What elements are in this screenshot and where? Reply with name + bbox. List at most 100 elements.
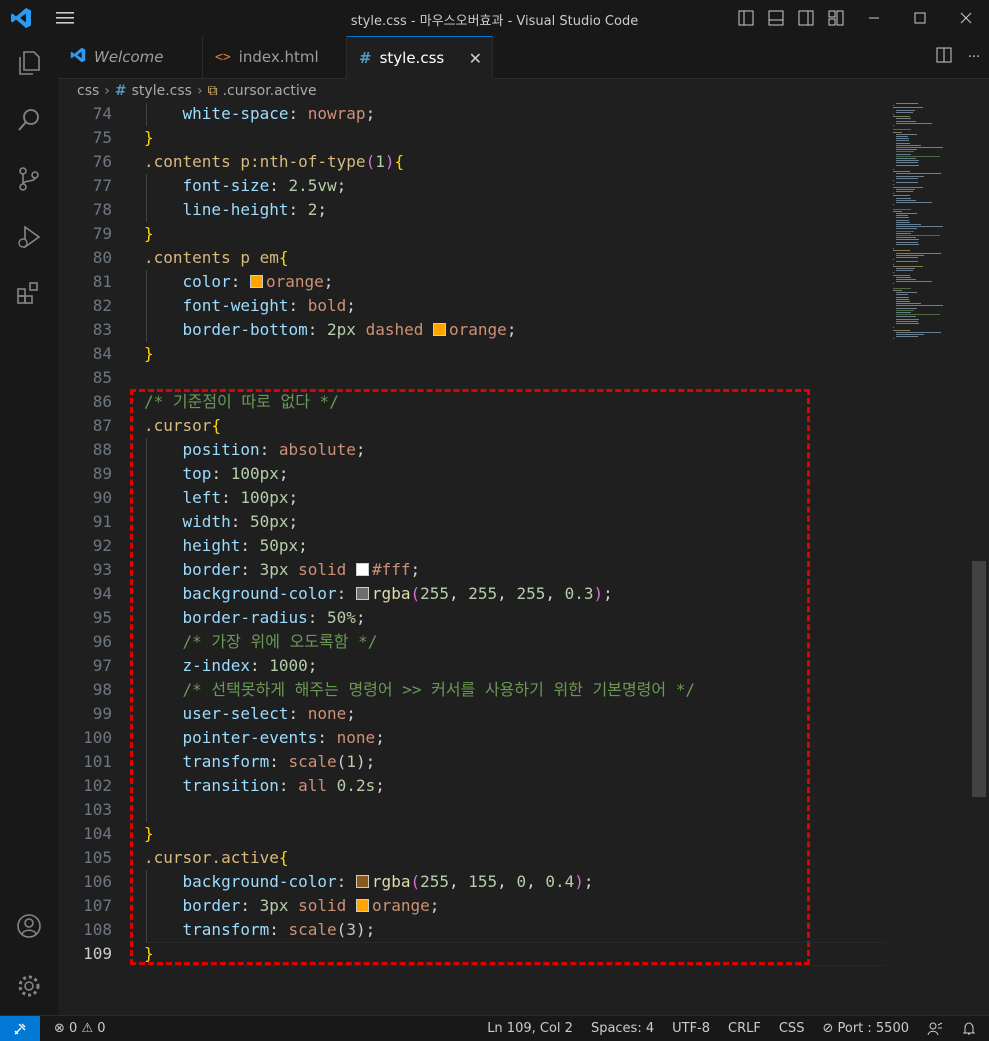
vertical-scrollbar[interactable] — [972, 103, 989, 1015]
remote-indicator-icon[interactable] — [0, 1016, 40, 1041]
color-swatch[interactable] — [249, 275, 263, 288]
cursor-position[interactable]: Ln 109, Col 2 — [487, 1021, 573, 1036]
code-line[interactable]: 92 height: 50px; — [58, 534, 898, 558]
code-line[interactable]: 107 border: 3px solid orange; — [58, 894, 898, 918]
toggle-secondary-sidebar-icon[interactable] — [791, 0, 821, 36]
code-line[interactable]: 95 border-radius: 50%; — [58, 606, 898, 630]
code-line[interactable]: 99 user-select: none; — [58, 702, 898, 726]
code-line[interactable]: 89 top: 100px; — [58, 462, 898, 486]
color-swatch[interactable] — [355, 587, 369, 600]
code-line[interactable]: 106 background-color: rgba(255, 155, 0, … — [58, 870, 898, 894]
status-bar: ⊗ 0 ⚠ 0 Ln 109, Col 2 Spaces: 4 UTF-8 CR… — [0, 1015, 989, 1041]
minimap-line — [893, 116, 910, 117]
code-line[interactable]: 78 line-height: 2; — [58, 198, 898, 222]
scrollbar-thumb[interactable] — [972, 561, 986, 797]
feedback-icon[interactable] — [927, 1021, 943, 1037]
code-line[interactable]: 93 border: 3px solid #fff; — [58, 558, 898, 582]
code-line[interactable]: 77 font-size: 2.5vw; — [58, 174, 898, 198]
customize-layout-icon[interactable] — [821, 0, 851, 36]
code-line[interactable]: 102 transition: all 0.2s; — [58, 774, 898, 798]
code-editor[interactable]: 74 white-space: nowrap; 75} 76 .contents p:… — [58, 103, 972, 1015]
encoding[interactable]: UTF-8 — [672, 1021, 710, 1036]
code-line[interactable]: 81 color: orange; — [58, 270, 898, 294]
breadcrumb-folder[interactable]: css — [77, 83, 99, 99]
line-number: 95 — [92, 608, 112, 627]
accounts-icon[interactable] — [0, 902, 58, 950]
more-actions-icon[interactable]: ··· — [959, 50, 989, 65]
code-line[interactable]: 75} — [58, 126, 898, 150]
line-number: 91 — [92, 512, 112, 531]
minimap-line — [896, 297, 909, 298]
code-text: position: absolute; — [182, 440, 366, 459]
color-swatch[interactable] — [355, 899, 369, 912]
code-line[interactable]: 84} — [58, 342, 898, 366]
code-line[interactable]: 79} — [58, 222, 898, 246]
toggle-panel-icon[interactable] — [761, 0, 791, 36]
problems-indicator[interactable]: ⊗ 0 ⚠ 0 — [54, 1021, 106, 1036]
line-number: 97 — [92, 656, 112, 675]
code-line[interactable]: 86 /* 기준점이 따로 없다 */ — [58, 390, 898, 414]
line-number: 83 — [92, 320, 112, 339]
code-line[interactable]: 108 transform: scale(3); — [58, 918, 898, 942]
run-debug-icon[interactable] — [0, 213, 58, 261]
code-line[interactable]: 80 .contents p em{ — [58, 246, 898, 270]
tab-index-html[interactable]: <> index.html — [203, 36, 347, 78]
line-number: 88 — [92, 440, 112, 459]
code-line[interactable]: 105 .cursor.active{ — [58, 846, 898, 870]
code-line[interactable]: 76 .contents p:nth-of-type(1){ — [58, 150, 898, 174]
code-line[interactable]: 87 .cursor{ — [58, 414, 898, 438]
color-swatch[interactable] — [355, 563, 369, 576]
minimap-line — [896, 336, 918, 337]
live-server-port[interactable]: ⊘ Port : 5500 — [822, 1021, 909, 1036]
source-control-icon[interactable] — [0, 155, 58, 203]
code-line[interactable]: 83 border-bottom: 2px dashed orange; — [58, 318, 898, 342]
breadcrumb-symbol[interactable]: .cursor.active — [223, 83, 317, 99]
minimap-line — [896, 217, 909, 218]
code-line[interactable]: 90 left: 100px; — [58, 486, 898, 510]
code-line[interactable]: 74 white-space: nowrap; — [58, 103, 898, 126]
code-line[interactable]: 98 /* 선택못하게 해주는 명령어 >> 커서를 사용하기 위한 기본명령어… — [58, 678, 898, 702]
tab-welcome[interactable]: Welcome — [58, 36, 203, 78]
code-line[interactable]: 109} — [58, 942, 898, 966]
tab-label: index.html — [238, 48, 319, 66]
line-number: 89 — [92, 464, 112, 483]
toggle-primary-sidebar-icon[interactable] — [731, 0, 761, 36]
notifications-bell-icon[interactable] — [961, 1021, 977, 1037]
tab-label: style.css — [379, 49, 445, 67]
split-editor-icon[interactable] — [929, 47, 959, 67]
close-window-icon[interactable] — [943, 0, 989, 36]
indentation[interactable]: Spaces: 4 — [591, 1021, 654, 1036]
minimap-line — [893, 204, 894, 205]
minimap-line — [896, 242, 918, 243]
color-swatch[interactable] — [433, 323, 447, 336]
code-line[interactable]: 97 z-index: 1000; — [58, 654, 898, 678]
code-line[interactable]: 104} — [58, 822, 898, 846]
code-line[interactable]: 91 width: 50px; — [58, 510, 898, 534]
breadcrumb-file[interactable]: style.css — [132, 83, 192, 99]
code-line[interactable]: 94 background-color: rgba(255, 255, 255,… — [58, 582, 898, 606]
code-line[interactable]: 101 transform: scale(1); — [58, 750, 898, 774]
close-tab-icon[interactable]: ✕ — [469, 49, 482, 68]
line-number: 77 — [92, 176, 112, 195]
editor-tabs: Welcome <> index.html # style.css ✕ ··· — [58, 36, 989, 79]
explorer-icon[interactable] — [0, 39, 58, 87]
code-text: width: 50px; — [182, 512, 299, 531]
search-icon[interactable] — [0, 96, 58, 144]
chevron-right-icon: › — [196, 83, 203, 99]
code-line[interactable]: 96 /* 가장 위에 오도록함 */ — [58, 630, 898, 654]
code-line[interactable]: 100 pointer-events: none; — [58, 726, 898, 750]
code-line[interactable]: 82 font-weight: bold; — [58, 294, 898, 318]
code-line[interactable]: 85 — [58, 366, 898, 390]
end-of-line[interactable]: CRLF — [728, 1021, 761, 1036]
code-line[interactable]: 88 position: absolute; — [58, 438, 898, 462]
minimize-icon[interactable] — [851, 0, 897, 36]
language-mode[interactable]: CSS — [779, 1021, 805, 1036]
extensions-icon[interactable] — [0, 270, 58, 318]
maximize-icon[interactable] — [897, 0, 943, 36]
code-line[interactable]: 103 — [58, 798, 898, 822]
color-swatch[interactable] — [355, 875, 369, 888]
line-number: 103 — [83, 800, 112, 819]
minimap[interactable] — [893, 103, 973, 343]
settings-gear-icon[interactable] — [0, 962, 58, 1010]
tab-style-css[interactable]: # style.css ✕ — [347, 36, 493, 79]
